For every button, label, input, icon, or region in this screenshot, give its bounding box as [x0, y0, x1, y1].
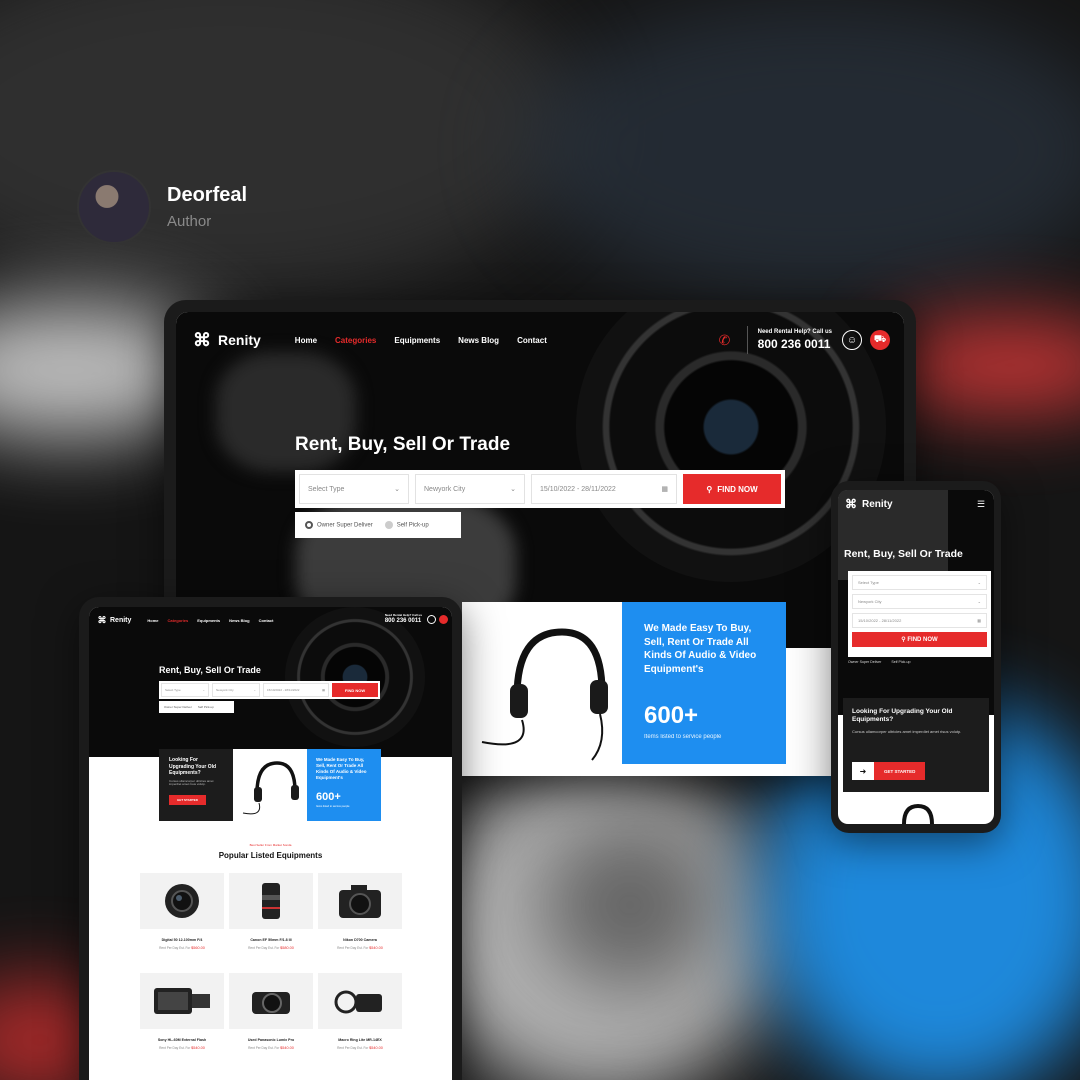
promo-count: 600+	[644, 702, 699, 729]
tablet-screen: ⌘ Renity Home Categories Equipments News…	[89, 607, 452, 1080]
author-role: Author	[167, 213, 212, 230]
city-select[interactable]: Newyork City ⌄	[212, 683, 260, 697]
type-select[interactable]: Select Type ⌄	[161, 683, 209, 697]
search-bar: Select Type ⌄ Newyork City ⌄ 15/10/2022 - …	[295, 470, 785, 508]
promo-stats: We Made Easy To Buy, Sell, Rent Or Trade…	[622, 602, 786, 764]
nav-categories[interactable]: Categories	[168, 618, 189, 623]
headphones-peek	[902, 804, 934, 824]
nav-contact[interactable]: Contact	[259, 618, 274, 623]
upgrade-card: Looking For Upgrading Your Old Equipment…	[843, 698, 989, 792]
delivery-options: Owner Super Deliver Self Pick-up	[848, 660, 911, 664]
city-select[interactable]: Newyork City ⌄	[852, 594, 987, 609]
get-started-button[interactable]: ➜ GET STARTED	[852, 762, 926, 780]
nav-news-blog[interactable]: News Blog	[458, 336, 499, 345]
product-card[interactable]: Digital 50 12-100mm F/4 Rent Per Day Est…	[140, 873, 224, 950]
product-card[interactable]: Used Panasonic Lumix Pro Rent Per Day Es…	[229, 973, 313, 1050]
chevron-down-icon: ⌄	[510, 486, 516, 493]
phone-hero: ⌘ Renity ☰ Rent, Buy, Sell Or Trade Sele…	[838, 490, 994, 715]
arrow-right-icon: ➜	[852, 762, 874, 780]
author-block: Deorfeal Author	[77, 170, 247, 244]
nav-links: Home Categories Equipments News Blog Con…	[295, 336, 547, 345]
logo-icon: ⌘	[193, 330, 211, 350]
phone-nav: ⌘ Renity ☰	[838, 490, 994, 518]
option-owner-deliver[interactable]: Owner Super Deliver	[848, 660, 881, 664]
brand-name: Renity	[218, 332, 261, 348]
brand-logo[interactable]: ⌘ Renity	[97, 615, 132, 625]
help-label: Need Rental Help? Call us	[757, 329, 832, 335]
search-bar: Select Type ⌄ Newyork City ⌄ 15/10/2022 - …	[159, 681, 380, 699]
option-self-pickup[interactable]: Self Pick-up	[198, 705, 214, 709]
tablet-mockup: ⌘ Renity Home Categories Equipments News…	[79, 597, 462, 1080]
search-icon: ⚲	[706, 484, 713, 494]
brand-logo[interactable]: ⌘ Renity	[192, 330, 261, 350]
headphones-image	[462, 602, 622, 764]
calendar-icon: ▦	[661, 486, 668, 493]
headphones-image	[233, 749, 307, 821]
date-range-field[interactable]: 15/10/2022 - 28/11/2022 ▦	[852, 613, 987, 628]
promo-count-label: Items listed to service people	[644, 734, 722, 740]
product-card[interactable]: Canon EF 50mm F/1.8 III Rent Per Day Est…	[229, 873, 313, 950]
option-owner-deliver[interactable]: Owner Super Deliver	[305, 521, 373, 529]
nav-contact[interactable]: Contact	[517, 336, 547, 345]
nav-categories[interactable]: Categories	[335, 336, 376, 345]
product-card[interactable]: Macro Ring Lite MR-14EX Rent Per Day Est…	[318, 973, 402, 1050]
user-icon[interactable]	[427, 615, 436, 624]
help-contact[interactable]: ✆ Need Rental Help? Call us 800 236 0011	[719, 326, 832, 354]
product-card[interactable]: Sony HL-60M External Flash Rent Per Day …	[140, 973, 224, 1050]
logo-icon: ⌘	[97, 615, 107, 625]
hero-title: Rent, Buy, Sell Or Trade	[295, 434, 511, 455]
chevron-down-icon: ⌄	[394, 486, 400, 493]
type-select[interactable]: Select Type ⌄	[299, 474, 409, 504]
cart-icon[interactable]	[439, 615, 448, 624]
phone-screen: ⌘ Renity ☰ Rent, Buy, Sell Or Trade Sele…	[838, 490, 994, 824]
user-icon[interactable]: ☺	[842, 330, 862, 350]
phone-icon: ✆	[718, 332, 731, 348]
avatar	[77, 170, 151, 244]
delivery-options: Owner Super Deliver Self Pick-up	[159, 701, 234, 713]
nav-home[interactable]: Home	[295, 336, 317, 345]
option-owner-deliver[interactable]: Owner Super Deliver	[164, 705, 192, 709]
hero-title: Rent, Buy, Sell Or Trade	[844, 548, 963, 560]
help-number: 800 236 0011	[757, 337, 831, 351]
nav-equipments[interactable]: Equipments	[197, 618, 220, 623]
logo-icon: ⌘	[845, 497, 857, 511]
city-select[interactable]: Newyork City ⌄	[415, 474, 525, 504]
get-started-button[interactable]: GET STARTED	[169, 795, 206, 806]
nav-home[interactable]: Home	[147, 618, 158, 623]
option-self-pickup[interactable]: Self Pick-up	[891, 660, 910, 664]
search-form: Select Type ⌄ Newyork City ⌄ 15/10/2022 - …	[848, 571, 991, 657]
promo-stats: We Made Easy To Buy, Sell, Rent Or Trade…	[307, 749, 381, 821]
author-name: Deorfeal	[167, 184, 248, 206]
cart-icon[interactable]: ⛟	[870, 330, 890, 350]
nav-equipments[interactable]: Equipments	[394, 336, 440, 345]
popular-subtitle: Best Seller From Market Sonda	[249, 843, 292, 847]
date-range-field[interactable]: 15/10/2022 - 28/11/2022 ▦	[531, 474, 677, 504]
find-now-button[interactable]: ⚲ FIND NOW	[683, 474, 781, 504]
menu-icon[interactable]: ☰	[977, 500, 987, 509]
product-card[interactable]: Nikon D700 Camera Rent Per Day Est. For …	[318, 873, 402, 950]
tablet-hero: ⌘ Renity Home Categories Equipments News…	[89, 607, 452, 757]
date-range-field[interactable]: 15/10/2022 - 28/11/2022 ▦	[263, 683, 329, 697]
hero-title: Rent, Buy, Sell Or Trade	[159, 665, 261, 675]
find-now-button[interactable]: FIND NOW	[332, 683, 378, 697]
phone-mockup: ⌘ Renity ☰ Rent, Buy, Sell Or Trade Sele…	[831, 481, 1001, 833]
brand-logo[interactable]: ⌘ Renity	[844, 497, 893, 511]
delivery-options: Owner Super Deliver Self Pick-up	[295, 512, 461, 538]
option-self-pickup[interactable]: Self Pick-up	[384, 521, 429, 529]
upgrade-card: Looking For Upgrading Your Old Equipment…	[159, 749, 233, 821]
top-nav: ⌘ Renity Home Categories Equipments News…	[176, 312, 904, 368]
type-select[interactable]: Select Type ⌄	[852, 575, 987, 590]
tablet-nav: ⌘ Renity Home Categories Equipments News…	[89, 607, 452, 633]
promo-title: We Made Easy To Buy, Sell, Rent Or Trade…	[644, 623, 757, 675]
find-now-button[interactable]: ⚲ FIND NOW	[852, 632, 987, 647]
nav-news-blog[interactable]: News Blog	[229, 618, 249, 623]
popular-title: Popular Listed Equipments	[218, 851, 323, 860]
help-contact[interactable]: Need Rental Help? Call us 800 236 0011	[385, 613, 422, 624]
